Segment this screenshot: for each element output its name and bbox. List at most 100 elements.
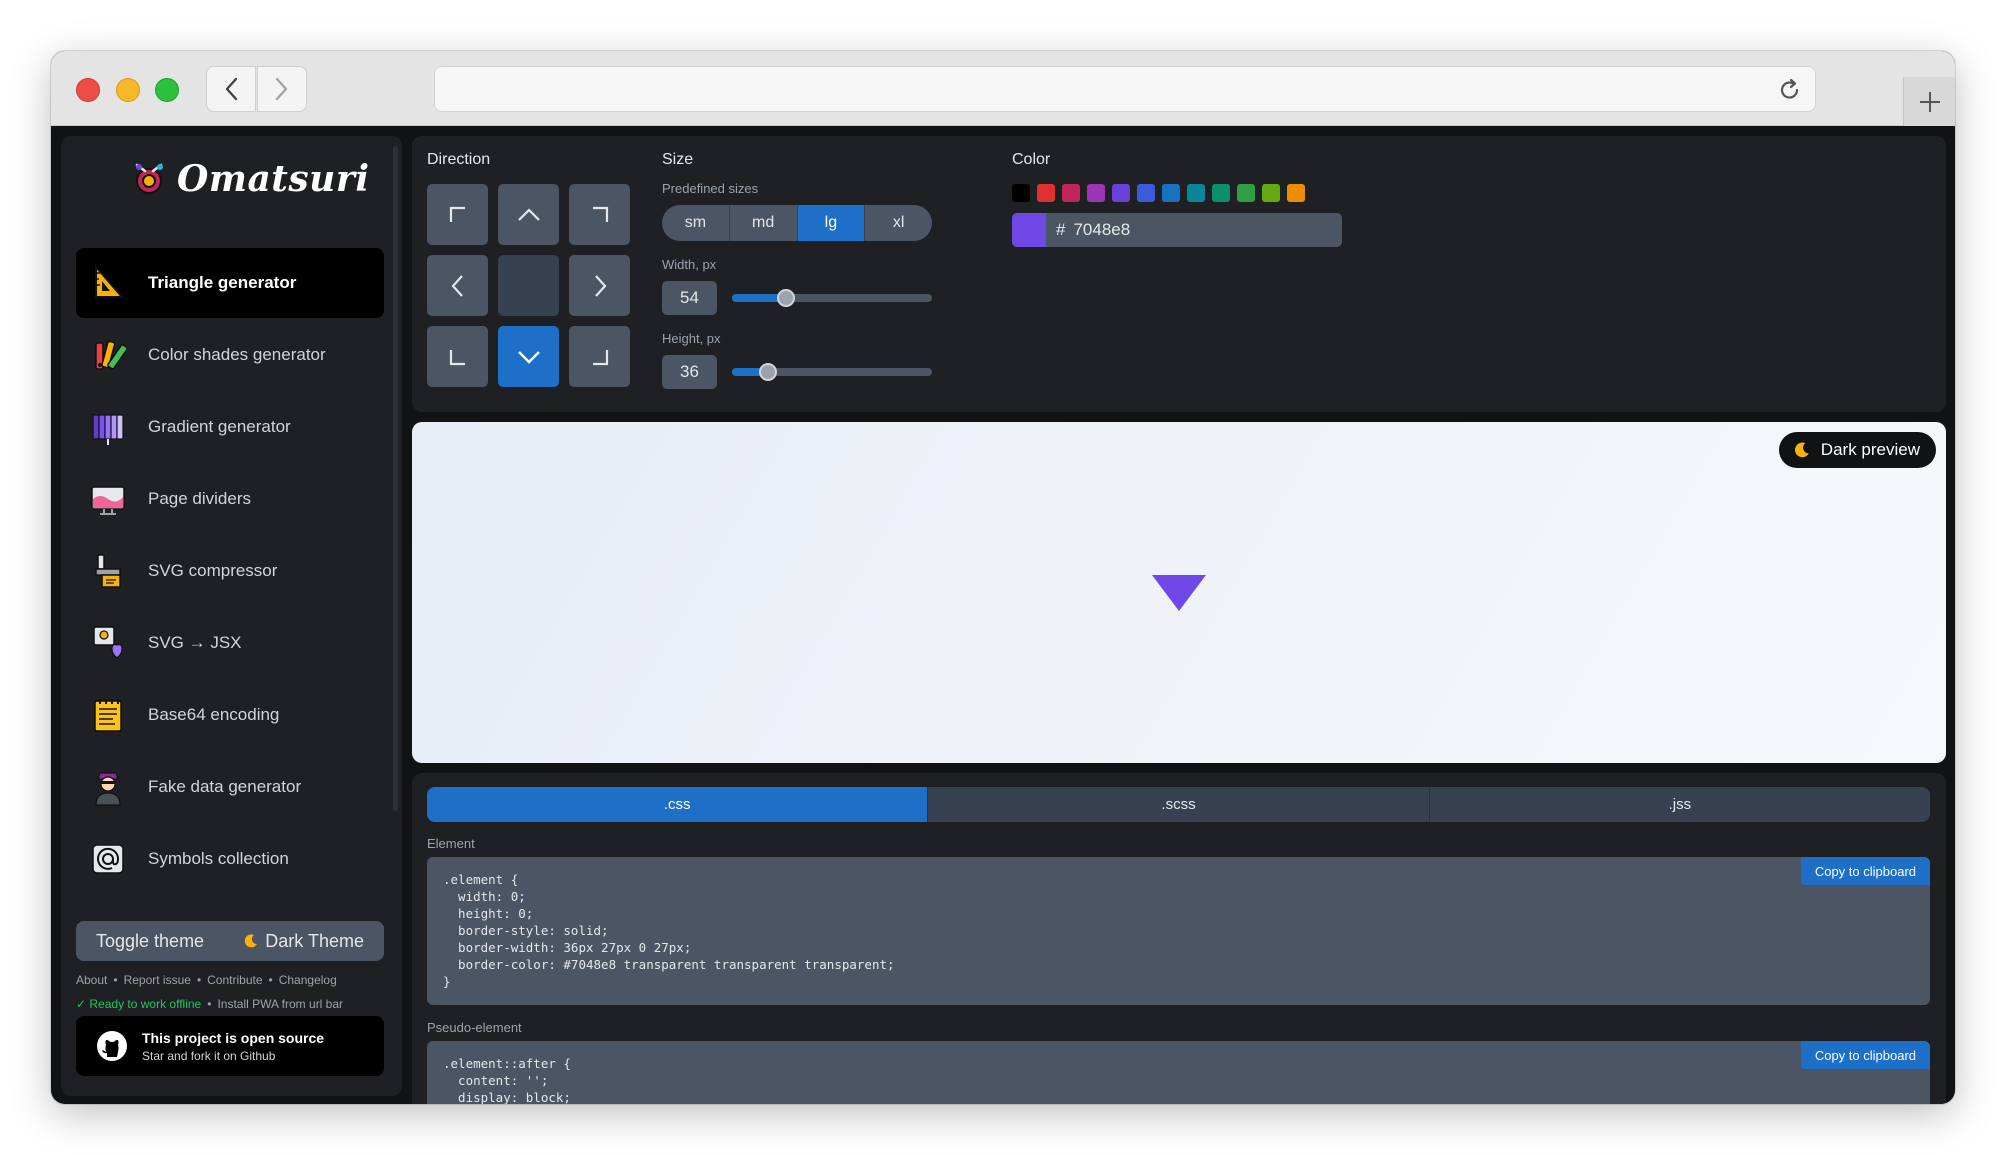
about-link[interactable]: About [76,973,107,987]
color-swatch-5[interactable] [1112,184,1130,202]
color-preview-swatch[interactable] [1012,213,1046,247]
copy-element-button[interactable]: Copy to clipboard [1800,857,1930,885]
corner-top-right-icon [592,206,608,222]
moon-icon [245,934,258,948]
direction-top-left-button[interactable] [427,184,488,245]
copy-pseudo-button[interactable]: Copy to clipboard [1800,1041,1930,1069]
color-swatch-3[interactable] [1062,184,1080,202]
size-md-button[interactable]: md [730,205,798,241]
at-symbol-icon [92,844,124,874]
report-issue-link[interactable]: Report issue [124,973,191,987]
compressor-icon [95,554,121,588]
sidebar-item-label: Triangle generator [148,273,297,292]
offline-status: ✓ Ready to work offline [76,997,202,1011]
direction-right-button[interactable] [569,255,630,316]
pseudo-code: .element::after { content: ''; display: … [443,1056,571,1104]
sidebar-item-svg-jsx[interactable]: SVG → JSX [76,608,384,678]
color-swatch-6[interactable] [1137,184,1155,202]
color-swatch-2[interactable] [1037,184,1055,202]
sidebar-item-symbols-collection[interactable]: Symbols collection [76,824,384,894]
footer-links: About • Report issue • Contribute • Changelog … [76,968,396,1016]
theme-toggle-button[interactable]: Toggle theme Dark Theme [76,921,384,961]
plus-icon [1919,91,1940,112]
theme-toggle-label: Toggle theme [96,930,205,951]
direction-bottom-right-button[interactable] [569,326,630,387]
width-input[interactable]: 54 [662,281,717,315]
brand-name: Omatsuri [177,158,370,200]
dark-preview-button[interactable]: Dark preview [1778,432,1936,468]
direction-bottom-button[interactable] [498,326,559,387]
width-slider[interactable] [732,289,932,307]
new-tab-button[interactable] [1903,77,1955,126]
back-button[interactable] [206,66,256,112]
sidebar-item-page-dividers[interactable]: Page dividers [76,464,384,534]
link-separator: • [207,997,212,1011]
color-input[interactable]: # 7048e8 [1012,213,1342,247]
omatsuri-logo-icon [135,163,163,194]
notepad-icon [94,699,122,732]
size-lg-button[interactable]: lg [797,205,866,241]
color-hex-value[interactable]: 7048e8 [1073,220,1130,240]
forward-button[interactable] [257,66,307,112]
sidebar-item-label: Color shades generator [148,345,326,364]
reload-icon[interactable] [1777,77,1803,103]
color-swatch-11[interactable] [1262,184,1280,202]
pseudo-code-label: Pseudo-element [427,1020,522,1035]
preview-triangle [1152,575,1206,611]
direction-center-cell [498,255,559,316]
color-swatch-10[interactable] [1237,184,1255,202]
direction-top-button[interactable] [498,184,559,245]
code-format-tabs: .css .scss .jss [427,787,1930,822]
direction-top-right-button[interactable] [569,184,630,245]
color-label: Color [1012,151,1051,168]
width-slider-thumb[interactable] [777,289,795,307]
browser-window: Omatsuri Triangle generator Color shades… [51,51,1955,1104]
sidebar-item-base64-encoding[interactable]: Base64 encoding [76,680,384,750]
minimize-window-button[interactable] [116,78,140,102]
sidebar-item-label: Fake data generator [148,777,302,796]
color-swatches [1012,184,1305,202]
chevron-up-icon [517,207,540,221]
pseudo-code-block[interactable]: .element::after { content: ''; display: … [427,1041,1930,1104]
corner-bottom-left-icon [449,349,465,365]
contribute-link[interactable]: Contribute [207,973,262,987]
height-slider[interactable] [732,363,932,381]
sidebar-item-label: Symbols collection [148,849,289,868]
predefined-sizes-label: Predefined sizes [662,181,759,196]
link-separator: • [196,973,202,987]
sidebar-item-color-shades[interactable]: Color shades generator [76,320,384,390]
color-swatch-4[interactable] [1087,184,1105,202]
close-window-button[interactable] [76,78,100,102]
theme-current: Dark Theme [243,931,364,952]
height-slider-thumb[interactable] [759,363,777,381]
tab-scss[interactable]: .scss [928,787,1430,822]
maximize-window-button[interactable] [155,78,179,102]
sidebar-item-svg-compressor[interactable]: SVG compressor [76,536,384,606]
sidebar-item-label: Gradient generator [148,417,291,436]
direction-left-button[interactable] [427,255,488,316]
sidebar-item-triangle-generator[interactable]: Triangle generator [76,248,384,318]
element-code-block[interactable]: .element { width: 0; height: 0; border-s… [427,857,1930,1005]
address-bar[interactable] [434,66,1816,112]
chevron-left-icon [451,274,463,297]
link-separator: • [113,973,118,987]
direction-bottom-left-button[interactable] [427,326,488,387]
height-input[interactable]: 36 [662,355,717,389]
color-swatch-8[interactable] [1187,184,1205,202]
tab-css[interactable]: .css [427,787,929,822]
size-xl-button[interactable]: xl [865,205,932,241]
color-swatch-12[interactable] [1287,184,1305,202]
moon-icon [1794,442,1809,458]
sidebar-item-gradient-generator[interactable]: Gradient generator [76,392,384,462]
color-swatch-9[interactable] [1212,184,1230,202]
color-swatch-7[interactable] [1162,184,1180,202]
sidebar-item-fake-data-generator[interactable]: Fake data generator [76,752,384,822]
github-banner[interactable]: This project is open source Star and for… [76,1016,384,1076]
tab-jss[interactable]: .jss [1430,787,1930,822]
github-text: This project is open source Star and for… [142,1030,324,1063]
changelog-link[interactable]: Changelog [279,973,337,987]
sidebar-scrollbar[interactable] [393,146,398,811]
brand[interactable]: Omatsuri [131,154,370,204]
size-sm-button[interactable]: sm [662,205,730,241]
color-swatch-1[interactable] [1012,184,1030,202]
